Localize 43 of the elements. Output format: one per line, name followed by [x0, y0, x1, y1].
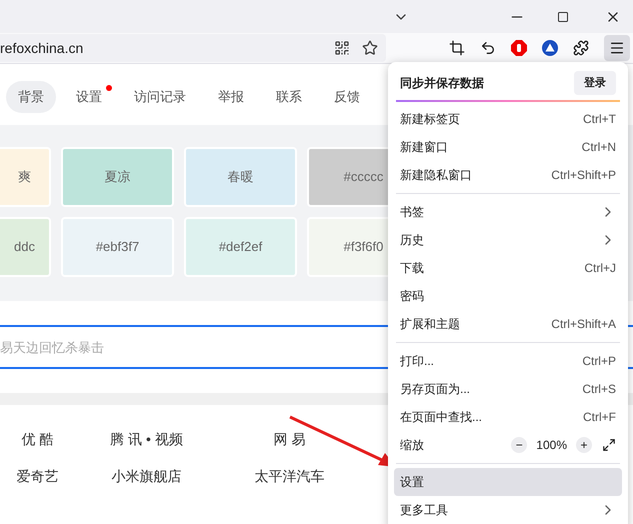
menu-item[interactable]: 另存页面为... Ctrl+S — [394, 375, 622, 403]
url-text: refoxchina.cn — [0, 38, 84, 58]
menu-item[interactable]: 新建标签页 Ctrl+T — [394, 105, 622, 133]
maximize-icon[interactable] — [557, 10, 569, 22]
site-link[interactable]: 爱奇艺 — [0, 466, 75, 487]
menu-icon — [609, 40, 625, 56]
nav-tab[interactable]: 设置 — [64, 81, 114, 113]
site-link[interactable]: 太平洋汽车 — [218, 466, 361, 487]
zoom-in-button[interactable]: + — [576, 437, 592, 453]
extensions-icon[interactable] — [573, 40, 589, 56]
menu-button[interactable] — [604, 35, 630, 61]
triangle-circle-icon[interactable] — [542, 40, 558, 56]
site-link[interactable]: 优 酷 — [0, 429, 75, 450]
menu-item[interactable]: 更多工具 — [394, 496, 622, 524]
site-link[interactable]: 小米旗舰店 — [75, 466, 218, 487]
site-link[interactable]: 腾 讯 • 视频 — [75, 429, 218, 450]
nav-tab[interactable]: 举报 — [206, 81, 256, 113]
nav-tab[interactable]: 背景 — [6, 81, 56, 113]
crop-icon[interactable] — [449, 40, 465, 56]
nav-tab[interactable]: 访问记录 — [122, 81, 198, 113]
bookmark-star-icon[interactable] — [362, 40, 378, 56]
color-swatch[interactable]: #ebf3f7 — [61, 217, 174, 277]
nav-tab[interactable]: 反馈 — [322, 81, 372, 113]
color-swatch[interactable]: 夏凉 — [61, 147, 174, 207]
login-button[interactable]: 登录 — [574, 71, 616, 95]
zoom-level: 100% — [536, 437, 567, 454]
color-swatch[interactable]: #def2ef — [184, 217, 297, 277]
menu-item-label: 缩放 — [400, 437, 425, 454]
menu-item[interactable]: 设置 — [394, 468, 622, 496]
menu-item[interactable]: 在页面中查找... Ctrl+F — [394, 403, 622, 431]
color-swatch[interactable]: 春暖 — [184, 147, 297, 207]
fullscreen-icon[interactable] — [602, 438, 616, 452]
menu-item[interactable]: 密码 — [394, 282, 622, 310]
qr-code-icon[interactable] — [334, 40, 350, 56]
nav-tab[interactable]: 联系 — [264, 81, 314, 113]
color-swatch[interactable]: ddc — [0, 217, 51, 277]
stop-hand-icon[interactable] — [511, 40, 527, 56]
zoom-out-button[interactable]: − — [511, 437, 528, 453]
color-swatch[interactable]: 爽 — [0, 147, 51, 207]
undo-icon[interactable] — [480, 40, 496, 56]
address-bar[interactable]: refoxchina.cn — [0, 34, 386, 62]
sync-title: 同步并保存数据 — [400, 75, 484, 92]
site-link[interactable]: 网 易 — [218, 429, 361, 450]
